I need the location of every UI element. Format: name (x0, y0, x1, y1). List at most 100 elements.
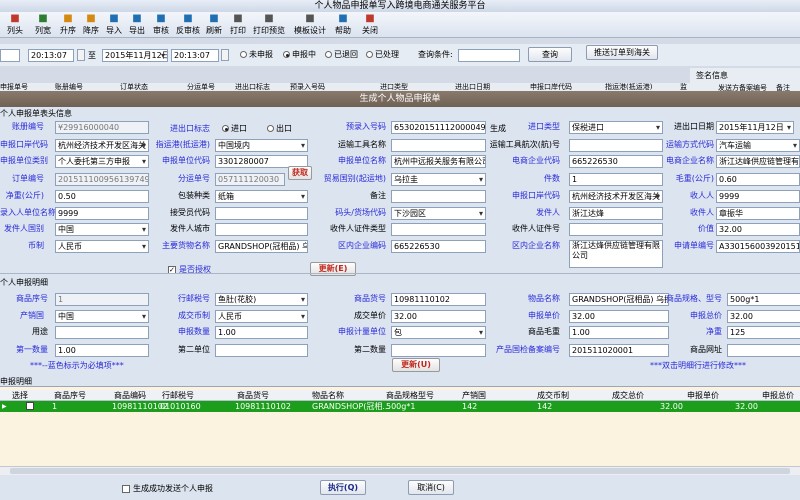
toolbar-export-button[interactable]: ■ 导出 (127, 12, 147, 38)
status-radio-1[interactable]: 申报中 (283, 49, 316, 61)
ecommerce-name-field[interactable]: 浙江达峰供应链管理有限 (716, 155, 800, 168)
send-after-generate-checkbox[interactable]: 生成成功发送个人申报 (122, 483, 213, 495)
update-detail-button[interactable]: 更新(U) (392, 358, 440, 372)
gross-weight-field[interactable]: 0.60 (716, 173, 800, 186)
detail-goods-code-field[interactable]: 10981110102 (391, 293, 486, 306)
radio-icon[interactable] (222, 125, 229, 132)
port-code-field[interactable]: 杭州经济技术开发区海关 (55, 139, 149, 152)
io-flag-radio-0[interactable]: 进口 (222, 123, 247, 135)
toolbar-print-button[interactable]: ■ 打印 (228, 12, 248, 38)
authorized-checkbox[interactable]: ✓ 是否授权 (168, 264, 211, 276)
fetch-button[interactable]: 获取 (288, 166, 312, 180)
detail-second-unit-field[interactable] (215, 344, 308, 357)
detail-declare-unit-field[interactable]: 包 (391, 326, 486, 339)
time-from-spin[interactable] (77, 49, 85, 61)
toolbar-sort-asc-button[interactable]: ■ 升序 (58, 12, 78, 38)
pre-entry-no-field[interactable]: 653020151112000049 (391, 121, 486, 134)
toolbar-help-button[interactable]: ■ 帮助 (332, 12, 354, 38)
horizontal-scrollbar[interactable] (0, 466, 800, 475)
waybill-no-field[interactable]: 057111120030 (215, 173, 285, 186)
checkbox-icon[interactable] (122, 484, 130, 493)
pieces-field[interactable]: 1 (569, 173, 663, 186)
status-radio-0[interactable]: 未申报 (240, 49, 273, 61)
dest-port-field[interactable]: 中国境内 (215, 139, 308, 152)
send-to-customs-button[interactable]: 推送订单到海关 (586, 45, 658, 60)
toolbar-audit-button[interactable]: ■ 审核 (150, 12, 172, 38)
sender-city-field[interactable] (215, 223, 308, 236)
radio-icon[interactable] (283, 51, 290, 58)
toolbar-print-preview-button[interactable]: ■ 打印预览 (251, 12, 287, 38)
detail-goods-spec-field[interactable]: 500g*1 (727, 293, 800, 306)
toolbar-refresh-button[interactable]: ■ 刷新 (203, 12, 225, 38)
io-flag-radio-1[interactable]: 出口 (267, 123, 292, 135)
status-radio-3[interactable]: 已处理 (366, 49, 399, 61)
toolbar-import-button[interactable]: ■ 导入 (104, 12, 124, 38)
io-date-field[interactable]: 2015年11月12日 (716, 121, 794, 134)
sender-country-field[interactable]: 中国 (55, 223, 149, 236)
toolbar-unaudit-button[interactable]: ■ 反审核 (174, 12, 202, 38)
order-no-field[interactable]: 20151110095613974981 (55, 173, 149, 186)
detail-hs-code-field[interactable]: 鱼肚(花胶) (215, 293, 308, 306)
recipient-id-type-field[interactable] (391, 223, 486, 236)
status-radio-2[interactable]: 已退回 (325, 49, 358, 61)
detail-net-gross-field[interactable]: 125 (727, 326, 800, 339)
radio-icon[interactable] (325, 51, 332, 58)
detail-origin-field[interactable]: 中国 (55, 310, 149, 323)
toolbar-columns-button[interactable]: ■ 列头 (4, 12, 26, 38)
toolbar-template-design-button[interactable]: ■ 模板设计 (290, 12, 330, 38)
packing-type-field[interactable]: 纸箱 (215, 190, 308, 203)
receiver-name-field[interactable] (215, 207, 308, 220)
detail-deal-currency-field[interactable]: 人民币 (215, 310, 308, 323)
region-ecommerce-name-field[interactable]: 浙江达烽供应链管理有限公司 (569, 240, 663, 268)
scroll-thumb[interactable] (10, 468, 790, 474)
transport-voyage-field[interactable] (569, 139, 663, 152)
declare-port-code-field[interactable]: 杭州经济技术开发区海关 (569, 190, 663, 203)
detail-goods-url-field[interactable] (727, 344, 800, 357)
radio-icon[interactable] (267, 125, 274, 132)
port-dock-field[interactable]: 下沙园区 (391, 207, 486, 220)
toolbar-column-width-button[interactable]: ■ 列宽 (32, 12, 54, 38)
radio-icon[interactable] (240, 51, 247, 58)
time-to-spin[interactable] (221, 49, 229, 61)
recipient-id-no-field[interactable] (569, 223, 663, 236)
recipient-field[interactable]: 9999 (716, 190, 800, 203)
declare-unit-name-field[interactable]: 杭州中远报关服务有限公司 (391, 155, 486, 168)
account-no-field[interactable]: ¥29916000040 (55, 121, 149, 134)
detail-item-no-field[interactable]: 1 (55, 293, 149, 306)
detail-first-qty-field[interactable]: 1.00 (55, 344, 149, 357)
detail-second-qty-field[interactable] (391, 344, 486, 357)
query-input[interactable] (458, 49, 520, 62)
detail-deal-price-field[interactable]: 32.00 (391, 310, 486, 323)
date-to-field[interactable]: 2015年11月12日 (102, 49, 168, 62)
declare-order-no-field[interactable]: A330156003920151100 (716, 240, 800, 253)
toolbar-sort-desc-button[interactable]: ■ 降序 (80, 12, 102, 38)
execute-button[interactable]: 执行(Q) (320, 480, 366, 495)
receiver-field[interactable]: 章振华 (716, 207, 800, 220)
remark-field[interactable] (391, 190, 486, 203)
ecommerce-code-field[interactable]: 665226530 (569, 155, 663, 168)
detail-usage-field[interactable] (55, 326, 149, 339)
trade-country-field[interactable]: 乌拉圭 (391, 173, 486, 186)
transport-name-field[interactable] (391, 139, 486, 152)
entry-person-field[interactable]: 9999 (55, 207, 149, 220)
net-weight-field[interactable]: 0.50 (55, 190, 149, 203)
detail-declare-qty-field[interactable]: 1.00 (215, 326, 308, 339)
import-type-field[interactable]: 保税进口 (569, 121, 663, 134)
search-button[interactable]: 查询 (528, 47, 572, 62)
row-select-checkbox[interactable] (26, 402, 34, 410)
currency-field[interactable]: 人民币 (55, 240, 149, 253)
cancel-button[interactable]: 取消(C) (408, 480, 454, 495)
toolbar-close-button[interactable]: ■ 关闭 (359, 12, 381, 38)
transport-mode-field[interactable]: 汽车运输 (716, 139, 800, 152)
detail-declare-total-field[interactable]: 32.00 (727, 310, 800, 323)
time-from-field[interactable]: 20:13:07 (28, 49, 74, 62)
declare-type-field[interactable]: 个人委托第三方申报 (55, 155, 149, 168)
price-field[interactable]: 32.00 (716, 223, 800, 236)
table-row[interactable]: 1 10981110102 01010160 10981110102 GRANDSHOP… (0, 401, 800, 412)
date-from-field[interactable] (0, 49, 20, 62)
radio-icon[interactable] (366, 51, 373, 58)
region-ecommerce-code-field[interactable]: 665226530 (391, 240, 486, 253)
time-to-field[interactable]: 20:13:07 (171, 49, 219, 62)
main-goods-field[interactable]: GRANDSHOP(冠相品) 乌拉圭 (215, 240, 308, 253)
sender-field[interactable]: 浙江达烽 (569, 207, 663, 220)
